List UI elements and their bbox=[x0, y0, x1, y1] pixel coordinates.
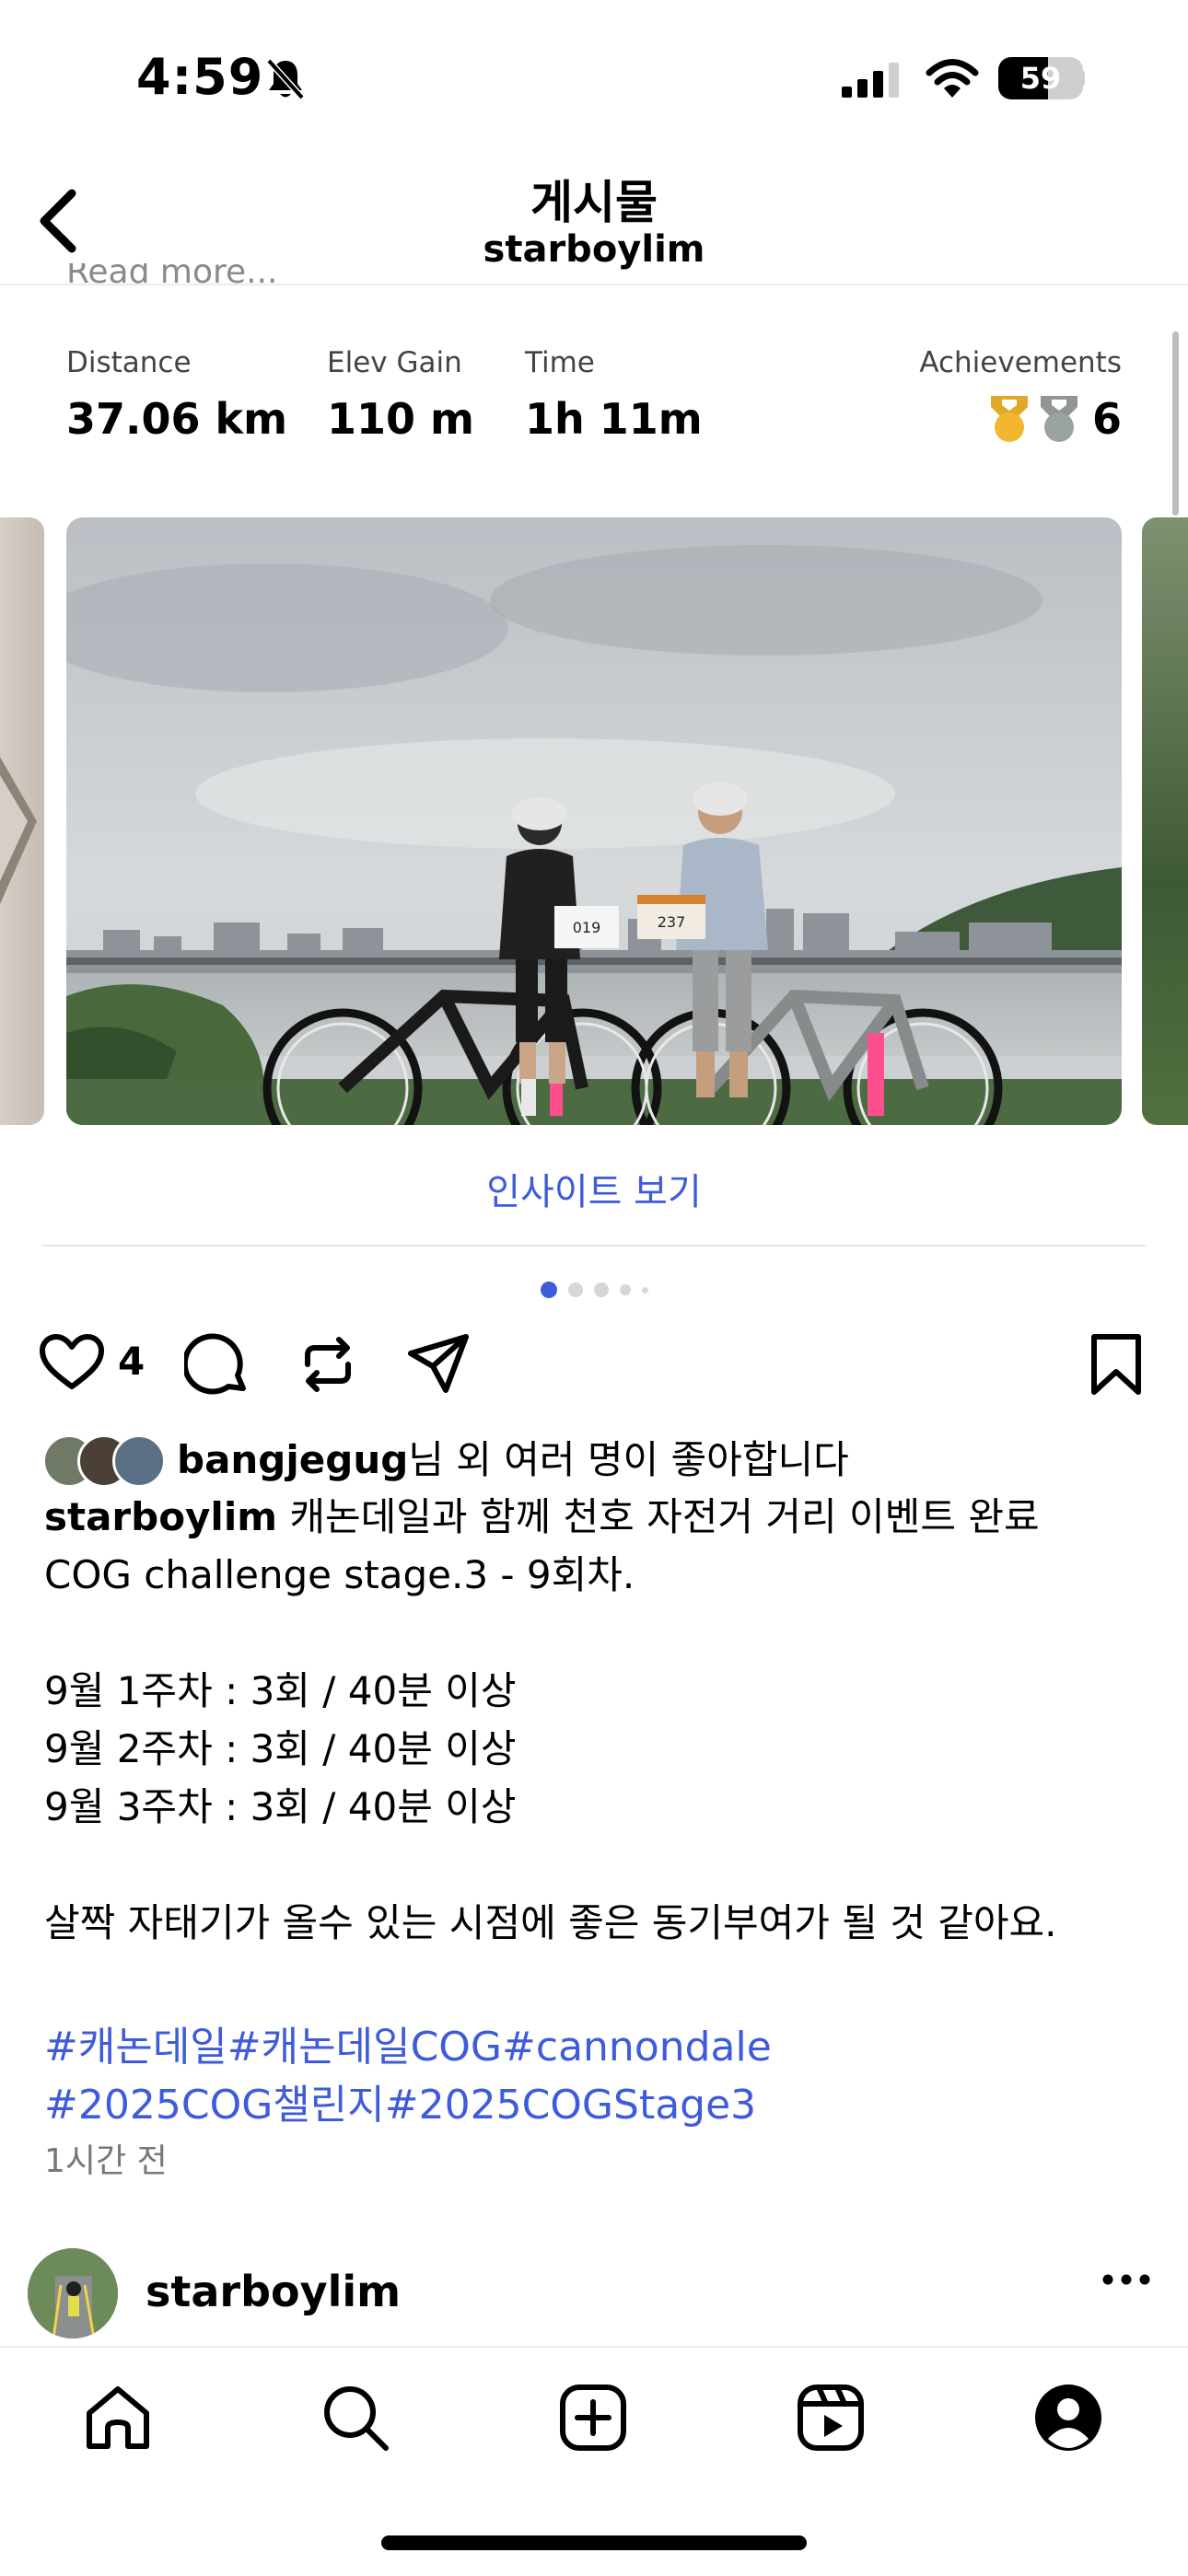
achievements-row: 6 bbox=[987, 394, 1122, 444]
achievements-count: 6 bbox=[1091, 394, 1122, 444]
comment-bubble-icon bbox=[181, 1333, 246, 1395]
liked-by-text[interactable]: bangjegug님 외 여러 명이 좋아합니다 bbox=[177, 1434, 849, 1486]
page-title: 게시물 bbox=[530, 176, 658, 229]
battery-nub bbox=[1079, 70, 1085, 87]
time-value: 1h 11m bbox=[525, 394, 703, 444]
next-photo-peek[interactable] bbox=[1142, 517, 1188, 1125]
liked-by-username[interactable]: bangjegug bbox=[177, 1437, 408, 1482]
home-icon bbox=[87, 2386, 149, 2449]
send-icon bbox=[408, 1334, 469, 1393]
repost-icon bbox=[305, 1337, 351, 1392]
liker-avatars[interactable] bbox=[42, 1434, 171, 1488]
header-divider bbox=[0, 284, 1188, 285]
share-button[interactable] bbox=[405, 1331, 472, 1401]
insights-divider bbox=[42, 1245, 1146, 1247]
battery-percent: 59 bbox=[1019, 61, 1062, 96]
tab-home[interactable] bbox=[72, 2372, 164, 2464]
carousel-dot bbox=[540, 1282, 557, 1298]
tab-profile[interactable] bbox=[1022, 2372, 1114, 2464]
distance-label: Distance bbox=[66, 346, 192, 379]
time-label: Time bbox=[525, 346, 595, 379]
tab-reels[interactable] bbox=[785, 2372, 877, 2464]
gold-medal-icon bbox=[990, 396, 1028, 442]
carousel-dot bbox=[567, 1282, 583, 1297]
ride-photo[interactable]: 019 237 bbox=[66, 517, 1122, 1125]
tab-search[interactable] bbox=[309, 2372, 402, 2464]
comment-button[interactable] bbox=[181, 1331, 250, 1401]
hashtags: #캐논데일#캐논데일COG#cannondale #2025COG챌린지#202… bbox=[44, 2018, 1149, 2134]
bell-muted-icon bbox=[263, 55, 308, 105]
wifi-icon bbox=[925, 57, 980, 103]
hashtag-line[interactable]: #캐논데일#캐논데일COG#cannondale bbox=[44, 2018, 1149, 2076]
more-dots-icon bbox=[1102, 2274, 1150, 2285]
caption-username[interactable]: starboylim bbox=[44, 1494, 277, 1539]
carousel-dot bbox=[619, 1284, 631, 1295]
search-icon bbox=[324, 2386, 389, 2451]
next-post-username[interactable]: starboylim bbox=[146, 2267, 401, 2316]
profile-icon bbox=[1035, 2385, 1101, 2451]
scrollbar[interactable] bbox=[1172, 331, 1179, 516]
status-time: 4:59 bbox=[136, 48, 264, 106]
distance-value: 37.06 km bbox=[66, 394, 288, 444]
reels-icon bbox=[798, 2385, 864, 2451]
silver-medal-icon bbox=[1040, 396, 1077, 442]
avatar[interactable] bbox=[28, 2248, 118, 2338]
elev-gain-label: Elev Gain bbox=[327, 346, 462, 379]
view-insights-link[interactable]: 인사이트 보기 bbox=[0, 1162, 1188, 1215]
previous-photo-peek[interactable] bbox=[0, 517, 44, 1125]
bookmark-icon bbox=[1091, 1334, 1141, 1395]
post-timestamp: 1시간 전 bbox=[44, 2142, 168, 2180]
achievements-label: Achievements bbox=[919, 346, 1122, 379]
liked-by-suffix: 님 외 여러 명이 좋아합니다 bbox=[408, 1437, 849, 1482]
repost-button[interactable] bbox=[295, 1331, 361, 1401]
cellular-signal-icon bbox=[840, 61, 903, 101]
caption-text: 캐논데일과 함께 천호 자전거 거리 이벤트 완료 COG challenge … bbox=[44, 1494, 1057, 1945]
bib-number-right: 237 bbox=[658, 913, 686, 931]
post-caption: starboylim 캐논데일과 함께 천호 자전거 거리 이벤트 완료 COG… bbox=[44, 1488, 1149, 1952]
battery-indicator: 59 bbox=[998, 57, 1083, 99]
home-indicator[interactable] bbox=[381, 2535, 807, 2550]
save-button[interactable] bbox=[1087, 1331, 1146, 1401]
carousel-dot bbox=[641, 1286, 648, 1294]
heart-icon bbox=[40, 1334, 104, 1389]
avatar bbox=[112, 1434, 166, 1488]
elev-gain-value: 110 m bbox=[327, 394, 474, 444]
like-count[interactable]: 4 bbox=[118, 1339, 145, 1384]
create-icon bbox=[560, 2385, 626, 2451]
tab-create[interactable] bbox=[547, 2372, 639, 2464]
more-options-button[interactable] bbox=[1101, 2270, 1151, 2292]
carousel-indicator bbox=[0, 1282, 1188, 1298]
carousel-dot bbox=[593, 1282, 609, 1297]
clipped-read-more-text[interactable]: Read more... bbox=[66, 263, 277, 284]
bib-number-left: 019 bbox=[573, 919, 601, 936]
hashtag-line[interactable]: #2025COG챌린지#2025COGStage3 bbox=[44, 2076, 1149, 2134]
like-button[interactable] bbox=[39, 1333, 105, 1396]
